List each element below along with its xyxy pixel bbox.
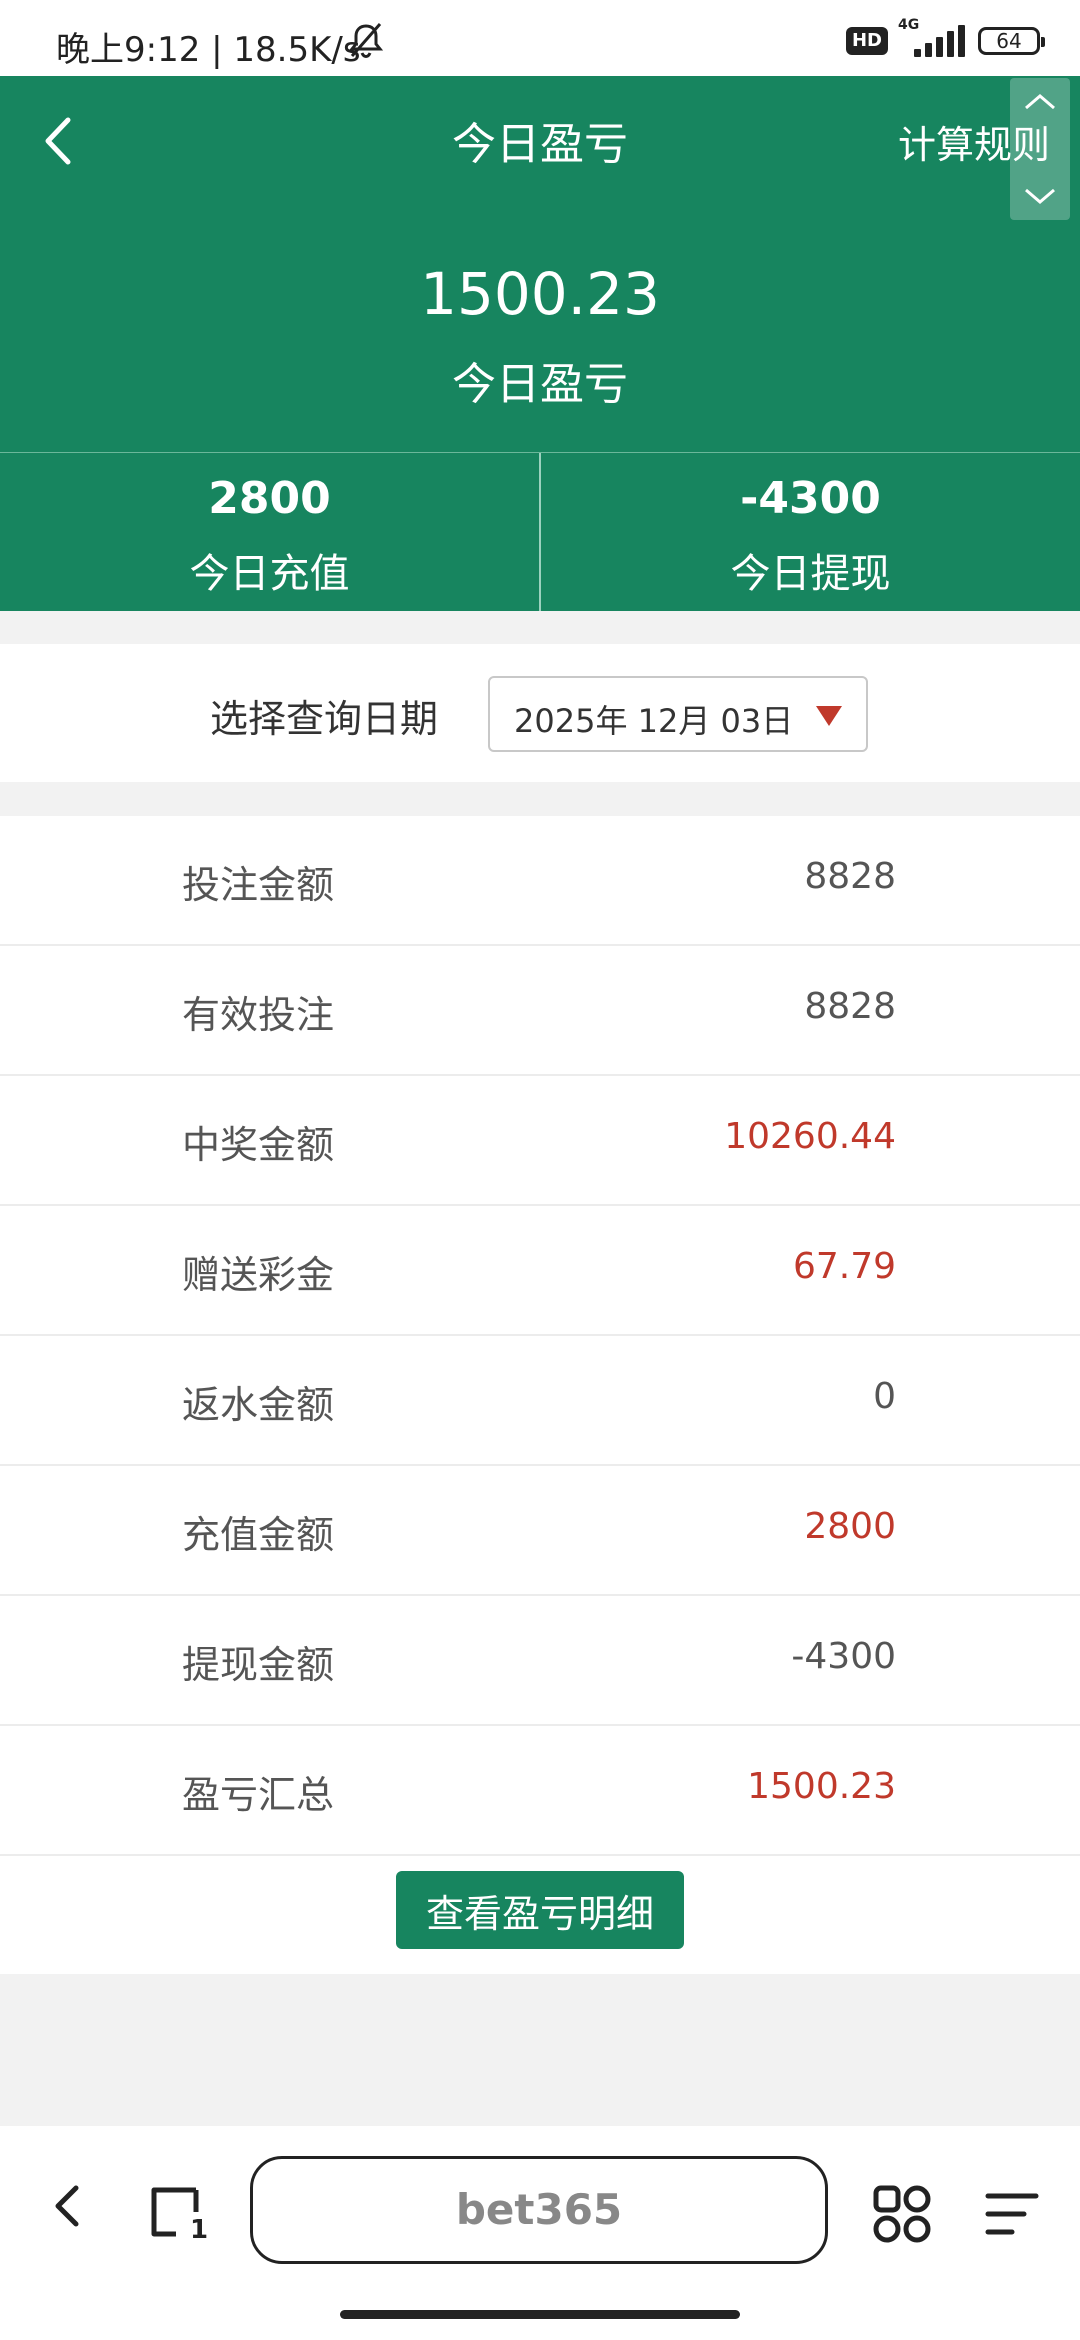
list-item: 提现金额 -4300	[0, 1596, 1080, 1726]
menu-icon[interactable]	[982, 2188, 1040, 2240]
row-value: -4300	[791, 1636, 896, 1677]
today-profit-value: 1500.23	[420, 260, 660, 328]
back-icon[interactable]	[46, 2176, 86, 2236]
bell-off-icon	[348, 23, 384, 59]
hd-badge: HD	[845, 27, 888, 55]
row-label: 盈亏汇总	[182, 1773, 335, 1817]
row-value: 0	[873, 1376, 896, 1417]
battery-level: 64	[996, 29, 1022, 53]
row-value: 67.79	[792, 1246, 896, 1287]
row-label: 投注金额	[182, 863, 335, 907]
stat-label: 今日提现	[730, 551, 891, 597]
list-item: 返水金额 0	[0, 1336, 1080, 1466]
stats-bar: 2800 今日充值 -4300 今日提现	[0, 452, 1080, 611]
status-bar: 晚上9:12 | 18.5K/s HD 4G 64	[0, 0, 1080, 76]
home-indicator[interactable]	[340, 2310, 740, 2319]
row-label: 返水金额	[182, 1383, 335, 1427]
browser-nav-bar: 1 bet365	[0, 2126, 1080, 2340]
date-query-label: 选择查询日期	[210, 697, 439, 741]
row-label: 赠送彩金	[182, 1253, 335, 1297]
tabs-icon[interactable]: 1	[146, 2182, 208, 2242]
list-item: 中奖金额 10260.44	[0, 1076, 1080, 1206]
list-item: 充值金额 2800	[0, 1466, 1080, 1596]
date-select[interactable]: 2025年 12月 03日	[488, 676, 868, 752]
svg-text:1: 1	[190, 2215, 208, 2242]
date-query-row: 选择查询日期 2025年 12月 03日	[0, 644, 1080, 782]
list-item: 有效投注 8828	[0, 946, 1080, 1076]
stat-value: -4300	[740, 473, 881, 524]
scroll-arrows-icon[interactable]	[1010, 78, 1070, 220]
dropdown-arrow-icon	[816, 706, 842, 726]
apps-grid-icon[interactable]	[872, 2184, 932, 2244]
row-value: 2800	[804, 1506, 896, 1547]
row-label: 充值金额	[182, 1513, 335, 1557]
list-item: 投注金额 8828	[0, 816, 1080, 946]
row-value: 1500.23	[747, 1766, 896, 1807]
battery-icon: 64	[978, 27, 1045, 55]
stat-label: 今日充值	[189, 551, 350, 597]
page-header: 今日盈亏 计算规则 1500.23 今日盈亏	[0, 76, 1080, 452]
summary-list: 投注金额 8828 有效投注 8828 中奖金额 10260.44 赠送彩金 6…	[0, 816, 1080, 1974]
status-time: 晚上9:12 | 18.5K/s	[56, 30, 361, 70]
selected-date: 2025年 12月 03日	[514, 702, 794, 740]
stat-value: 2800	[208, 473, 331, 524]
stat-recharge: 2800 今日充值	[0, 453, 539, 611]
today-profit-label: 今日盈亏	[452, 359, 628, 410]
view-details-button[interactable]: 查看盈亏明细	[396, 1871, 684, 1949]
signal-icon: 4G	[898, 17, 968, 57]
row-label: 提现金额	[182, 1643, 335, 1687]
address-bar[interactable]: bet365	[250, 2156, 828, 2264]
status-indicators: HD 4G 64	[845, 17, 1045, 58]
list-item: 盈亏汇总 1500.23	[0, 1726, 1080, 1856]
list-item: 赠送彩金 67.79	[0, 1206, 1080, 1336]
row-value: 10260.44	[724, 1116, 896, 1157]
row-label: 有效投注	[182, 993, 335, 1037]
row-label: 中奖金额	[182, 1123, 335, 1167]
row-value: 8828	[804, 986, 896, 1027]
row-value: 8828	[804, 856, 896, 897]
stat-withdraw: -4300 今日提现	[539, 453, 1080, 611]
